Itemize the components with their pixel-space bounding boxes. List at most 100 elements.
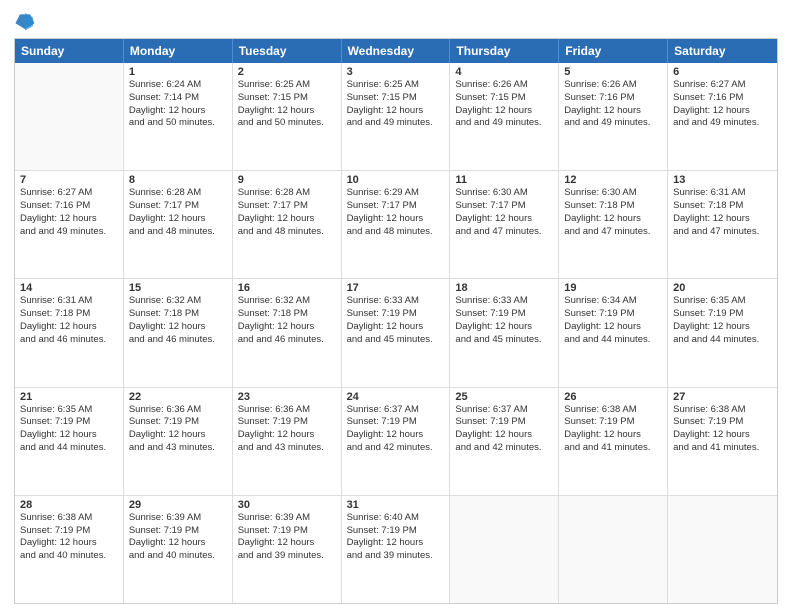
calendar-cell: 4Sunrise: 6:26 AMSunset: 7:15 PMDaylight…	[450, 63, 559, 170]
daylight-text-1: Daylight: 12 hours	[455, 105, 553, 118]
daylight-text-1: Daylight: 12 hours	[238, 213, 336, 226]
sunset-text: Sunset: 7:17 PM	[129, 200, 227, 213]
day-number: 3	[347, 66, 445, 78]
daylight-text-1: Daylight: 12 hours	[238, 429, 336, 442]
daylight-text-2: and and 47 minutes.	[564, 226, 662, 239]
header	[14, 10, 778, 32]
daylight-text-1: Daylight: 12 hours	[20, 321, 118, 334]
logo	[14, 10, 40, 32]
daylight-text-2: and and 48 minutes.	[238, 226, 336, 239]
daylight-text-1: Daylight: 12 hours	[455, 429, 553, 442]
calendar-cell: 2Sunrise: 6:25 AMSunset: 7:15 PMDaylight…	[233, 63, 342, 170]
daylight-text-1: Daylight: 12 hours	[673, 429, 772, 442]
day-number: 4	[455, 66, 553, 78]
sunrise-text: Sunrise: 6:24 AM	[129, 79, 227, 92]
calendar-cell: 3Sunrise: 6:25 AMSunset: 7:15 PMDaylight…	[342, 63, 451, 170]
daylight-text-1: Daylight: 12 hours	[564, 429, 662, 442]
day-number: 28	[20, 499, 118, 511]
daylight-text-2: and and 44 minutes.	[673, 334, 772, 347]
calendar-cell: 31Sunrise: 6:40 AMSunset: 7:19 PMDayligh…	[342, 496, 451, 603]
day-number: 14	[20, 282, 118, 294]
day-number: 7	[20, 174, 118, 186]
sunset-text: Sunset: 7:19 PM	[564, 416, 662, 429]
calendar-week-row: 21Sunrise: 6:35 AMSunset: 7:19 PMDayligh…	[15, 387, 777, 495]
logo-icon	[14, 10, 36, 32]
sunrise-text: Sunrise: 6:26 AM	[455, 79, 553, 92]
calendar-cell	[450, 496, 559, 603]
calendar-cell	[668, 496, 777, 603]
sunrise-text: Sunrise: 6:32 AM	[129, 295, 227, 308]
daylight-text-1: Daylight: 12 hours	[673, 213, 772, 226]
calendar-cell: 27Sunrise: 6:38 AMSunset: 7:19 PMDayligh…	[668, 388, 777, 495]
sunrise-text: Sunrise: 6:25 AM	[347, 79, 445, 92]
daylight-text-2: and and 46 minutes.	[238, 334, 336, 347]
sunrise-text: Sunrise: 6:30 AM	[564, 187, 662, 200]
sunrise-text: Sunrise: 6:39 AM	[238, 512, 336, 525]
calendar-cell: 21Sunrise: 6:35 AMSunset: 7:19 PMDayligh…	[15, 388, 124, 495]
calendar-week-row: 7Sunrise: 6:27 AMSunset: 7:16 PMDaylight…	[15, 170, 777, 278]
daylight-text-1: Daylight: 12 hours	[129, 537, 227, 550]
calendar-week-row: 1Sunrise: 6:24 AMSunset: 7:14 PMDaylight…	[15, 63, 777, 170]
calendar-cell: 26Sunrise: 6:38 AMSunset: 7:19 PMDayligh…	[559, 388, 668, 495]
daylight-text-1: Daylight: 12 hours	[564, 105, 662, 118]
daylight-text-2: and and 49 minutes.	[564, 117, 662, 130]
sunrise-text: Sunrise: 6:36 AM	[129, 404, 227, 417]
sunset-text: Sunset: 7:19 PM	[129, 525, 227, 538]
sunrise-text: Sunrise: 6:35 AM	[20, 404, 118, 417]
daylight-text-2: and and 43 minutes.	[238, 442, 336, 455]
sunrise-text: Sunrise: 6:38 AM	[564, 404, 662, 417]
daylight-text-2: and and 39 minutes.	[347, 550, 445, 563]
daylight-text-1: Daylight: 12 hours	[564, 213, 662, 226]
sunrise-text: Sunrise: 6:40 AM	[347, 512, 445, 525]
daylight-text-1: Daylight: 12 hours	[20, 429, 118, 442]
daylight-text-1: Daylight: 12 hours	[238, 537, 336, 550]
sunrise-text: Sunrise: 6:31 AM	[20, 295, 118, 308]
day-number: 16	[238, 282, 336, 294]
calendar-cell: 14Sunrise: 6:31 AMSunset: 7:18 PMDayligh…	[15, 279, 124, 386]
sunset-text: Sunset: 7:18 PM	[129, 308, 227, 321]
sunset-text: Sunset: 7:14 PM	[129, 92, 227, 105]
day-number: 12	[564, 174, 662, 186]
daylight-text-1: Daylight: 12 hours	[129, 321, 227, 334]
day-number: 13	[673, 174, 772, 186]
calendar-cell: 28Sunrise: 6:38 AMSunset: 7:19 PMDayligh…	[15, 496, 124, 603]
day-number: 23	[238, 391, 336, 403]
sunrise-text: Sunrise: 6:33 AM	[347, 295, 445, 308]
daylight-text-2: and and 42 minutes.	[455, 442, 553, 455]
daylight-text-2: and and 43 minutes.	[129, 442, 227, 455]
day-number: 18	[455, 282, 553, 294]
daylight-text-1: Daylight: 12 hours	[673, 321, 772, 334]
daylight-text-2: and and 40 minutes.	[129, 550, 227, 563]
calendar-cell: 17Sunrise: 6:33 AMSunset: 7:19 PMDayligh…	[342, 279, 451, 386]
calendar-cell: 8Sunrise: 6:28 AMSunset: 7:17 PMDaylight…	[124, 171, 233, 278]
sunrise-text: Sunrise: 6:39 AM	[129, 512, 227, 525]
sunset-text: Sunset: 7:17 PM	[455, 200, 553, 213]
sunset-text: Sunset: 7:19 PM	[673, 416, 772, 429]
daylight-text-2: and and 45 minutes.	[455, 334, 553, 347]
calendar-cell: 7Sunrise: 6:27 AMSunset: 7:16 PMDaylight…	[15, 171, 124, 278]
calendar-cell: 11Sunrise: 6:30 AMSunset: 7:17 PMDayligh…	[450, 171, 559, 278]
sunset-text: Sunset: 7:19 PM	[20, 525, 118, 538]
calendar-header: SundayMondayTuesdayWednesdayThursdayFrid…	[15, 39, 777, 63]
day-number: 11	[455, 174, 553, 186]
sunrise-text: Sunrise: 6:38 AM	[673, 404, 772, 417]
sunrise-text: Sunrise: 6:37 AM	[455, 404, 553, 417]
daylight-text-2: and and 47 minutes.	[455, 226, 553, 239]
sunset-text: Sunset: 7:16 PM	[20, 200, 118, 213]
sunrise-text: Sunrise: 6:38 AM	[20, 512, 118, 525]
sunset-text: Sunset: 7:19 PM	[238, 525, 336, 538]
daylight-text-1: Daylight: 12 hours	[20, 537, 118, 550]
day-number: 2	[238, 66, 336, 78]
daylight-text-1: Daylight: 12 hours	[238, 321, 336, 334]
calendar-cell: 1Sunrise: 6:24 AMSunset: 7:14 PMDaylight…	[124, 63, 233, 170]
sunset-text: Sunset: 7:19 PM	[20, 416, 118, 429]
calendar-cell: 9Sunrise: 6:28 AMSunset: 7:17 PMDaylight…	[233, 171, 342, 278]
sunset-text: Sunset: 7:15 PM	[347, 92, 445, 105]
sunset-text: Sunset: 7:18 PM	[673, 200, 772, 213]
sunset-text: Sunset: 7:17 PM	[347, 200, 445, 213]
sunset-text: Sunset: 7:19 PM	[238, 416, 336, 429]
calendar-cell: 20Sunrise: 6:35 AMSunset: 7:19 PMDayligh…	[668, 279, 777, 386]
calendar-cell: 6Sunrise: 6:27 AMSunset: 7:16 PMDaylight…	[668, 63, 777, 170]
calendar-header-day: Sunday	[15, 39, 124, 63]
sunrise-text: Sunrise: 6:29 AM	[347, 187, 445, 200]
